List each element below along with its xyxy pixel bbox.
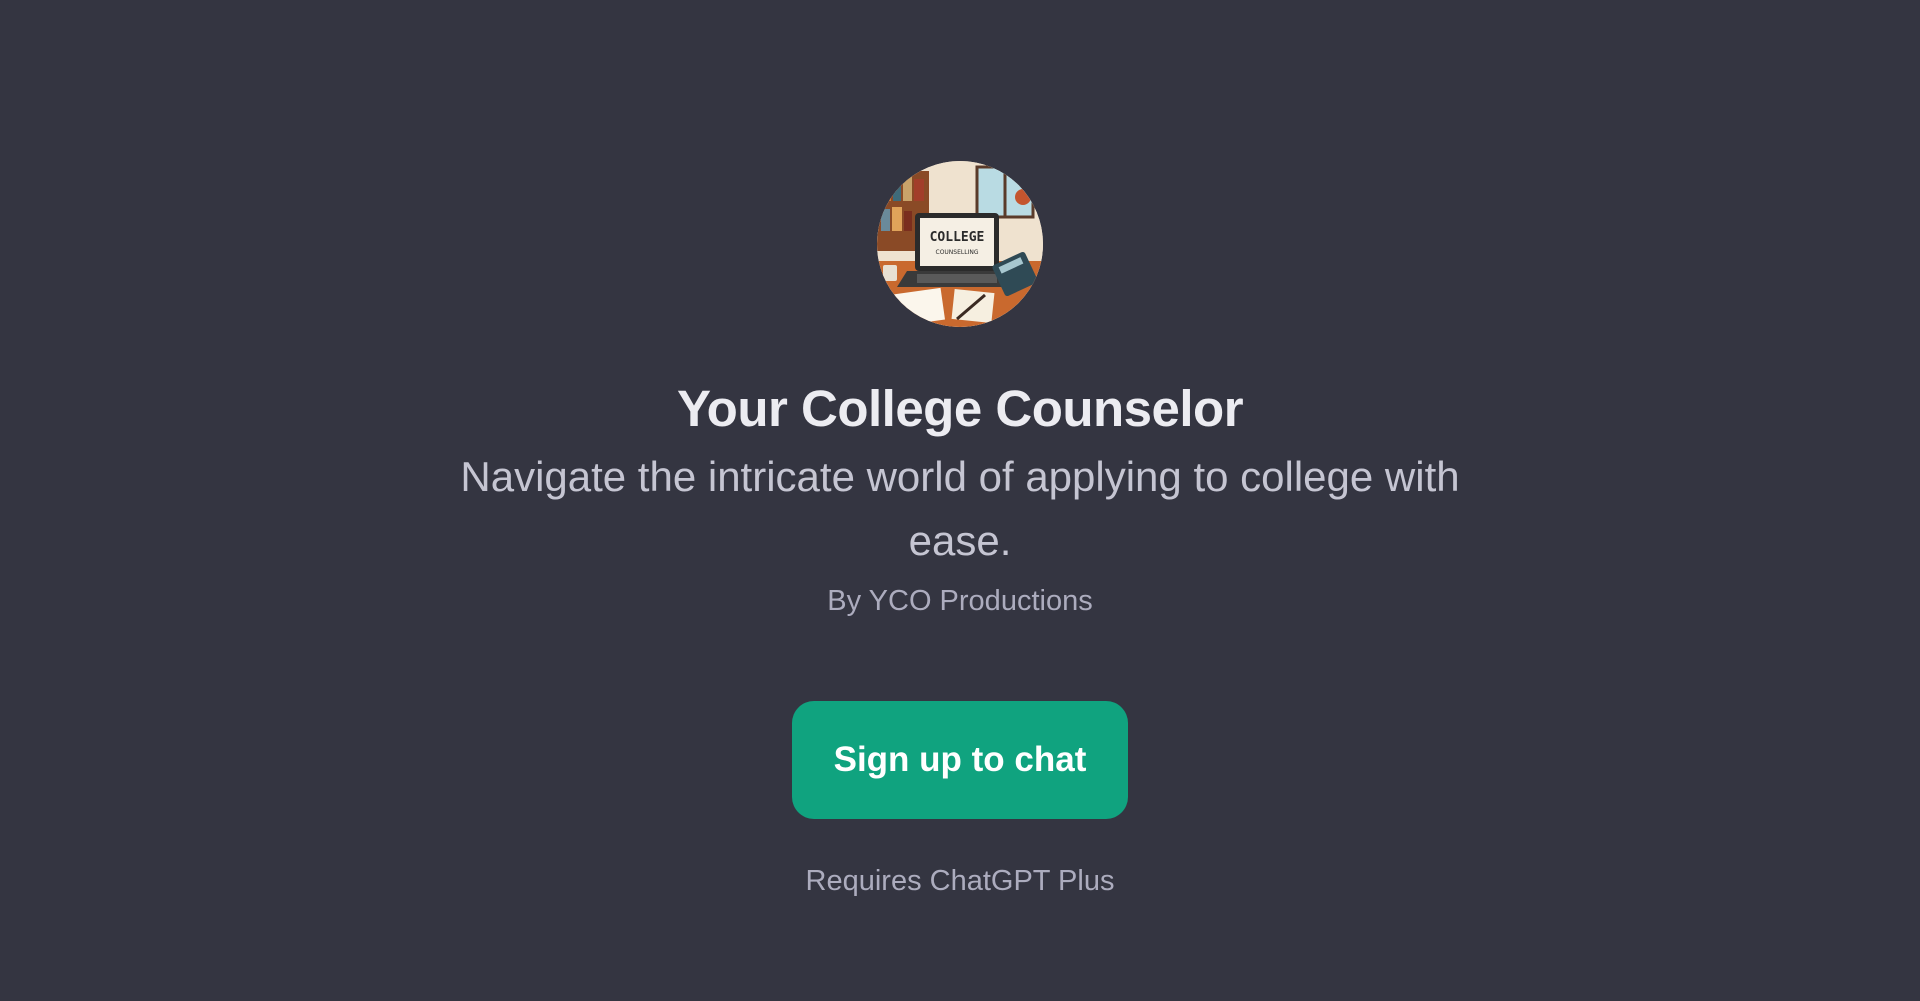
gpt-avatar: COLLEGE COUNSELLING	[877, 161, 1043, 327]
gpt-description: Navigate the intricate world of applying…	[460, 453, 1460, 564]
sign-up-to-chat-button[interactable]: Sign up to chat	[792, 701, 1128, 819]
avatar-text-counselling: COUNSELLING	[936, 249, 979, 256]
gpt-landing-page: COLLEGE COUNSELLING Your College Counsel…	[0, 0, 1920, 1001]
gpt-author: By YCO Productions	[827, 585, 1093, 617]
requirement-note: Requires ChatGPT Plus	[805, 865, 1115, 897]
avatar-text-college: COLLEGE	[930, 230, 985, 245]
gpt-title: Your College Counselor	[676, 380, 1244, 437]
college-counseling-illustration-icon: COLLEGE COUNSELLING	[877, 161, 1043, 327]
